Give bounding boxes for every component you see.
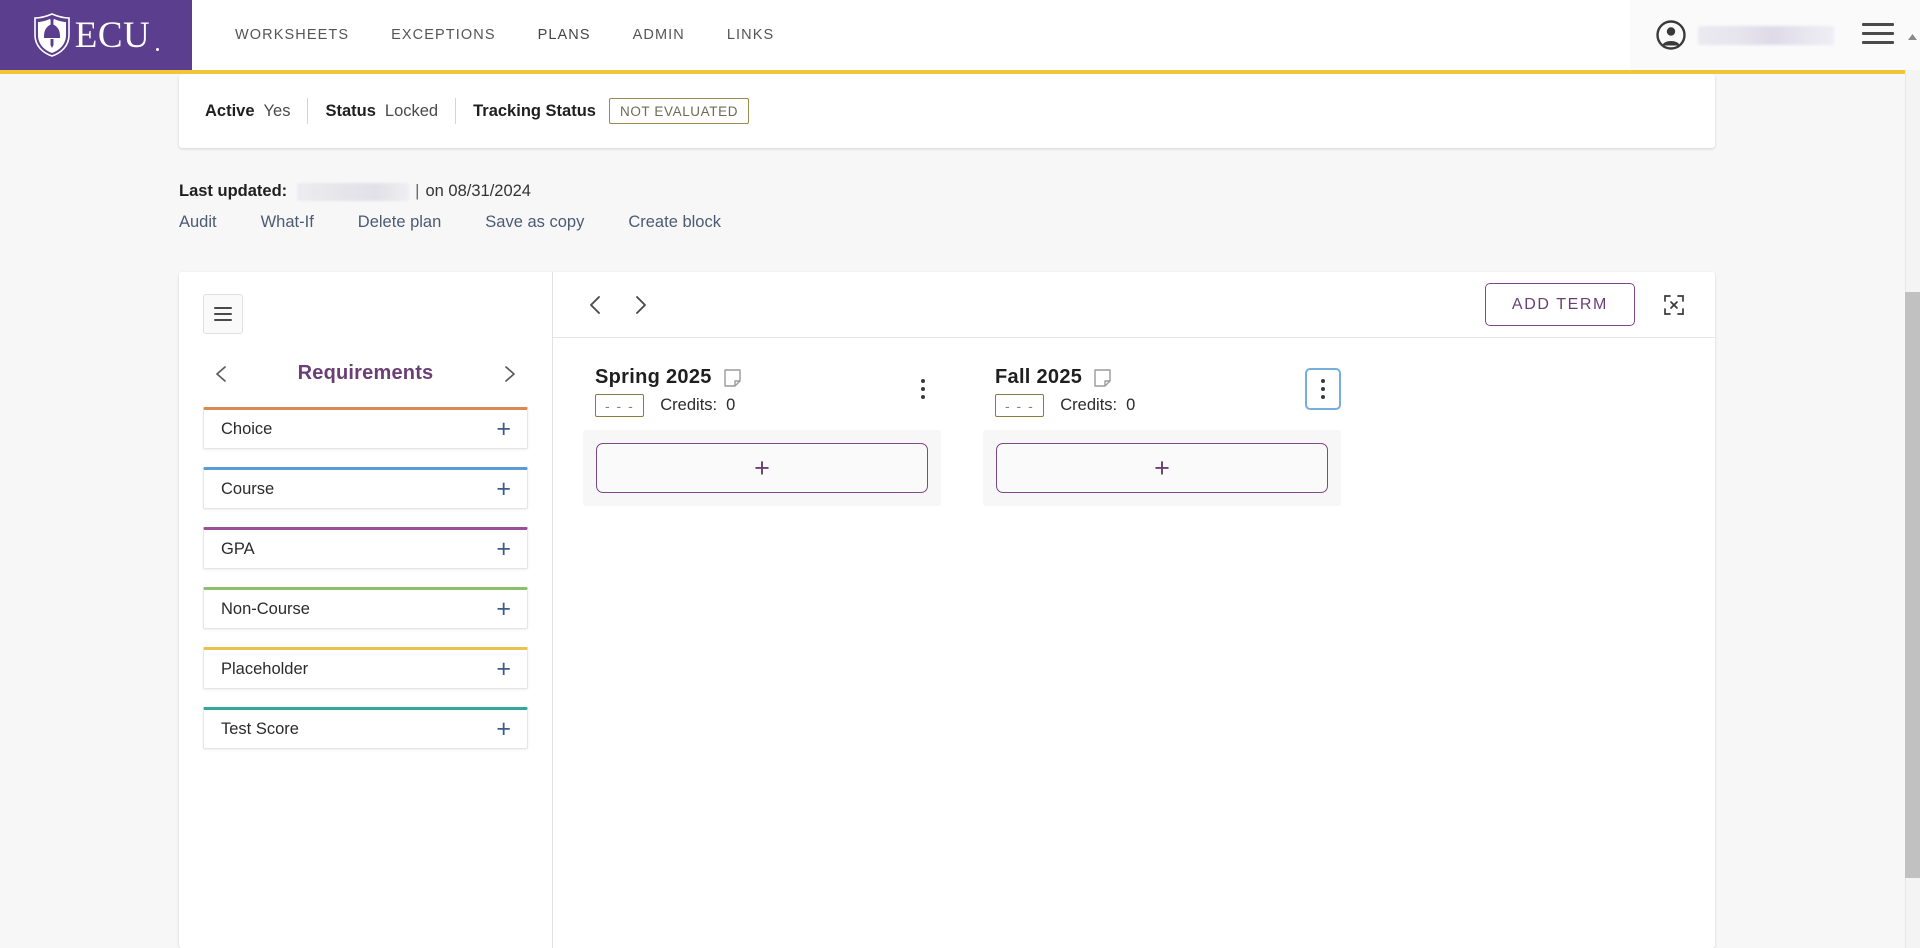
chevron-left-icon[interactable] [583,292,609,318]
requirements-header: Requirements [203,362,528,385]
plus-icon[interactable]: + [496,716,511,742]
top-navigation-bar: ECU WORKSHEETS EXCEPTIONS PLANS ADMIN LI… [0,0,1920,70]
term-header: Fall 2025 - - - Credits: 0 [983,366,1341,417]
user-name-redacted [1698,25,1834,45]
page-scrollbar-thumb[interactable] [1905,292,1920,878]
term-header: Spring 2025 - - - Credits: 0 [583,366,941,417]
expand-fullscreen-icon[interactable] [1663,294,1685,316]
save-as-copy-link[interactable]: Save as copy [485,213,584,232]
term-body: + [983,430,1341,506]
plus-icon[interactable]: + [496,536,511,562]
chevron-right-icon[interactable] [498,363,520,385]
tracking-status-label: Tracking Status [473,101,596,120]
term-kebab-menu-icon[interactable] [905,368,941,410]
plan-status-card: Active Yes Status Locked Tracking Status… [179,74,1715,148]
nav-item-plans[interactable]: PLANS [517,0,612,70]
status-divider [307,98,309,124]
plus-icon: + [1154,452,1170,483]
term-card-spring-2025: Spring 2025 - - - Credits: 0 + [583,366,941,506]
main-nav-links: WORKSHEETS EXCEPTIONS PLANS ADMIN LINKS [192,0,795,70]
ecu-logo-text: ECU [74,14,151,56]
requirements-sidebar: Requirements Choice + Course + GPA + Non… [179,272,553,948]
term-title: Fall 2025 [995,366,1083,388]
ecu-logo[interactable]: ECU [0,0,192,70]
plus-icon[interactable]: + [496,596,511,622]
requirement-item-non-course[interactable]: Non-Course + [203,587,528,629]
user-account-area[interactable] [1630,0,1920,70]
nav-item-links[interactable]: LINKS [706,0,795,70]
term-cards-container: Spring 2025 - - - Credits: 0 + Fall 2025… [553,338,1715,948]
chevron-left-icon[interactable] [211,363,233,385]
last-updated-user-redacted [297,182,410,201]
add-requirement-button[interactable]: + [996,443,1328,493]
ecu-shield-crest-icon [33,13,71,57]
requirement-label: Choice [221,419,273,438]
requirement-item-test-score[interactable]: Test Score + [203,707,528,749]
requirement-label: Test Score [221,719,299,738]
terms-pane: ADD TERM Spring 2025 - - - Credits: 0 + … [553,272,1715,948]
requirement-item-gpa[interactable]: GPA + [203,527,528,569]
terms-toolbar: ADD TERM [553,272,1715,338]
requirement-type-list: Choice + Course + GPA + Non-Course + Pla… [203,407,528,749]
requirement-label: GPA [221,539,255,558]
plan-editor-card: Requirements Choice + Course + GPA + Non… [179,272,1715,948]
status-label: Status [325,101,376,120]
hamburger-menu-icon[interactable] [1862,23,1894,47]
nav-item-admin[interactable]: ADMIN [612,0,706,70]
term-grade-badge: - - - [995,394,1045,417]
user-avatar-icon[interactable] [1656,20,1686,50]
requirement-label: Placeholder [221,659,309,678]
status-value: Locked [384,101,439,120]
note-page-icon[interactable] [723,368,741,387]
nav-item-worksheets[interactable]: WORKSHEETS [214,0,370,70]
requirement-label: Non-Course [221,599,310,618]
requirement-item-course[interactable]: Course + [203,467,528,509]
last-updated-label: Last updated: [179,182,288,200]
sidebar-hamburger-menu-icon[interactable] [203,294,243,334]
requirements-title: Requirements [297,362,434,384]
requirement-item-placeholder[interactable]: Placeholder + [203,647,528,689]
chevron-right-icon[interactable] [627,292,653,318]
plus-icon[interactable]: + [496,476,511,502]
delete-plan-link[interactable]: Delete plan [358,213,441,232]
note-page-icon[interactable] [1094,368,1111,387]
last-updated-date: on 08/31/2024 [425,182,531,200]
last-updated-separator: | [415,182,420,200]
audit-link[interactable]: Audit [179,213,217,232]
requirement-item-choice[interactable]: Choice + [203,407,528,449]
term-kebab-menu-icon[interactable] [1305,368,1341,410]
term-body: + [583,430,941,506]
scroll-up-arrow-icon[interactable] [1907,30,1918,41]
status-divider [455,98,457,124]
credits-value: 0 [726,396,736,414]
nav-item-exceptions[interactable]: EXCEPTIONS [370,0,516,70]
logo-registered-dot [156,48,160,51]
tracking-status-badge: NOT EVALUATED [608,98,750,124]
plan-meta-block: Last updated: | on 08/31/2024 Audit What… [179,182,721,232]
add-term-button[interactable]: ADD TERM [1484,283,1635,326]
active-value: Yes [263,101,291,120]
term-title: Spring 2025 [595,366,712,388]
plus-icon[interactable]: + [496,416,511,442]
term-credits: Credits: 0 [660,396,735,415]
credits-label: Credits: [660,396,718,414]
active-label: Active [205,101,255,120]
plus-icon: + [754,452,770,483]
create-block-link[interactable]: Create block [628,213,721,232]
term-grade-badge: - - - [595,394,645,417]
plan-action-links: Audit What-If Delete plan Save as copy C… [179,213,721,232]
last-updated-row: Last updated: | on 08/31/2024 [179,182,721,201]
term-pagination [583,292,653,318]
add-requirement-button[interactable]: + [596,443,928,493]
plus-icon[interactable]: + [496,656,511,682]
what-if-link[interactable]: What-If [261,213,314,232]
requirement-label: Course [221,479,275,498]
term-card-fall-2025: Fall 2025 - - - Credits: 0 + [983,366,1341,506]
credits-value: 0 [1126,396,1136,414]
term-credits: Credits: 0 [1060,396,1135,415]
credits-label: Credits: [1060,396,1118,414]
